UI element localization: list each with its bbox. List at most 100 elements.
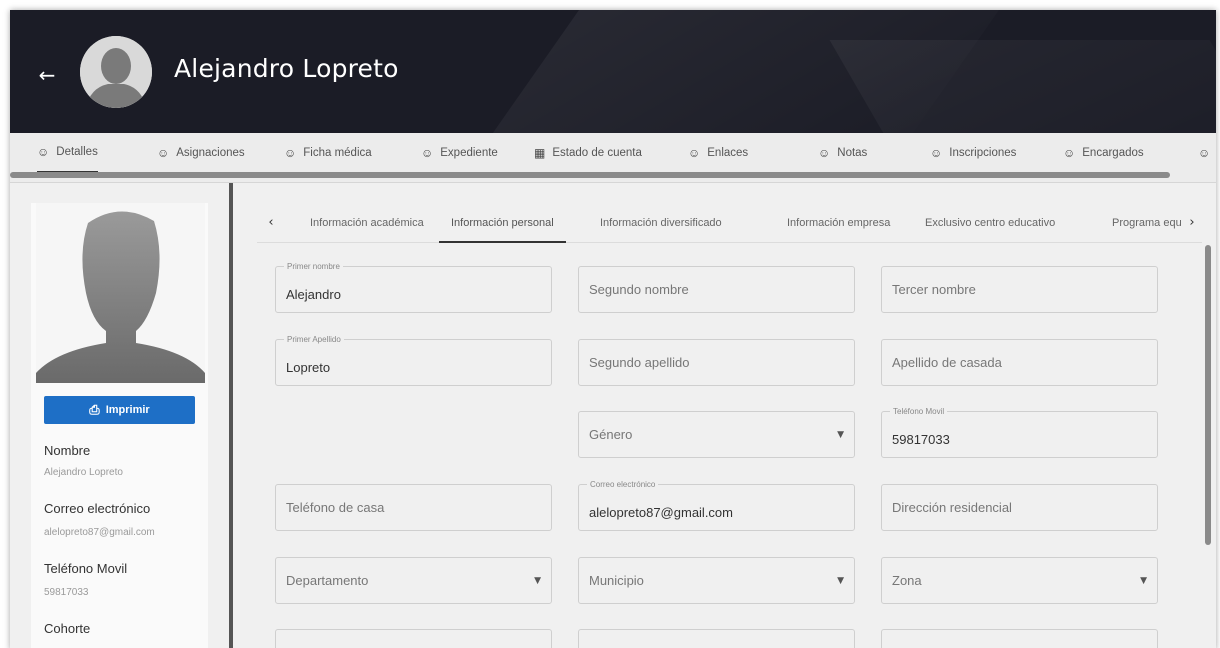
user-icon: ☺ xyxy=(1063,146,1076,160)
tab-label: Ficha médica xyxy=(303,147,372,159)
back-arrow-icon[interactable]: ← xyxy=(34,62,60,88)
field-placeholder: Género xyxy=(589,427,633,442)
profile-photo xyxy=(36,203,205,383)
sub-tab-bar: ‹ Información académica Información pers… xyxy=(257,203,1202,243)
user-icon: ☺ xyxy=(1198,146,1211,160)
dropdown-arrow-icon: ▼ xyxy=(837,430,844,440)
info-value-telefono: 59817033 xyxy=(44,587,89,598)
field-placeholder: Tercer nombre xyxy=(892,282,976,297)
subtab-diversificado[interactable]: Información diversificado xyxy=(600,203,722,243)
user-icon: ☺ xyxy=(818,146,831,160)
tab-ficha-medica[interactable]: ☺ Ficha médica xyxy=(284,133,372,173)
user-icon: ☺ xyxy=(157,146,170,160)
subtab-personal[interactable]: Información personal xyxy=(439,203,566,243)
tab-enlaces[interactable]: ☺ Enlaces xyxy=(688,133,748,173)
field-placeholder: Teléfono de casa xyxy=(286,500,385,515)
subtab-academica[interactable]: Información académica xyxy=(310,203,424,243)
tab-label: Expediente xyxy=(440,147,498,159)
segundo-apellido-field[interactable]: Segundo apellido xyxy=(578,339,855,386)
print-label: Imprimir xyxy=(105,404,150,416)
info-label-correo: Correo electrónico xyxy=(44,501,151,516)
field-placeholder: Segundo nombre xyxy=(589,282,689,297)
avatar-silhouette-icon xyxy=(36,203,205,383)
field-placeholder: Departamento xyxy=(286,573,369,588)
form-field-partial[interactable] xyxy=(275,629,552,648)
user-icon: ☺ xyxy=(930,146,943,160)
field-label: Teléfono Movil xyxy=(890,407,948,416)
field-placeholder: Municipio xyxy=(589,573,644,588)
field-placeholder: Apellido de casada xyxy=(892,355,1002,370)
tab-label: Detalles xyxy=(56,146,98,158)
dropdown-arrow-icon: ▼ xyxy=(837,576,844,586)
tab-expediente[interactable]: ☺ Expediente xyxy=(421,133,498,173)
subtab-programa-equivalencia[interactable]: Programa equivalencia xyxy=(1112,203,1182,243)
field-value: 59817033 xyxy=(892,432,950,447)
tab-estado-de-cuenta[interactable]: ▦ Estado de cuenta xyxy=(534,133,642,173)
field-placeholder: Dirección residencial xyxy=(892,500,1012,515)
segundo-nombre-field[interactable]: Segundo nombre xyxy=(578,266,855,313)
dropdown-arrow-icon: ▼ xyxy=(534,576,541,586)
sub-tab-viewport: Información académica Información person… xyxy=(287,203,1182,243)
tab-label: Enlaces xyxy=(707,147,749,159)
app-frame: ← Alejandro Lopreto ☺ Detalles ☺ Asignac… xyxy=(10,10,1216,648)
tab-inscripciones[interactable]: ☺ Inscripciones xyxy=(930,133,1016,173)
subtab-empresa[interactable]: Información empresa xyxy=(787,203,890,243)
avatar xyxy=(80,36,152,108)
tab-label: Estado de cuenta xyxy=(552,147,642,159)
avatar-silhouette-icon xyxy=(80,36,152,108)
user-icon: ☺ xyxy=(688,146,701,160)
info-label-cohorte: Cohorte xyxy=(44,621,91,636)
field-placeholder: Segundo apellido xyxy=(589,355,690,370)
field-value: Alejandro xyxy=(286,287,341,302)
departamento-select[interactable]: Departamento ▼ xyxy=(275,557,552,604)
primer-apellido-field[interactable]: Primer Apellido Lopreto xyxy=(275,335,552,386)
correo-field[interactable]: Correo electrónico alelopreto87@gmail.co… xyxy=(578,480,855,531)
tab-asignaciones[interactable]: ☺ Asignaciones xyxy=(157,133,245,173)
apellido-casada-field[interactable]: Apellido de casada xyxy=(881,339,1158,386)
profile-header: ← Alejandro Lopreto xyxy=(10,10,1216,133)
user-icon: ☺ xyxy=(284,146,297,160)
tab-label: Asignaciones xyxy=(176,147,245,159)
tab-bar-scrollbar[interactable] xyxy=(10,172,1170,178)
field-value: Lopreto xyxy=(286,360,331,375)
field-placeholder: Zona xyxy=(892,573,922,588)
user-icon: ☺ xyxy=(37,145,50,159)
tab-label: Encargados xyxy=(1082,147,1144,159)
field-value: alelopreto87@gmail.com xyxy=(589,505,733,520)
field-label: Primer Apellido xyxy=(284,335,344,344)
form-field-partial[interactable] xyxy=(578,629,855,648)
telefono-casa-field[interactable]: Teléfono de casa xyxy=(275,484,552,531)
tab-label: Inscripciones xyxy=(949,147,1017,159)
tab-overflow[interactable]: ☺ xyxy=(1198,133,1216,173)
tab-label: Notas xyxy=(837,147,868,159)
form-field-partial[interactable] xyxy=(881,629,1158,648)
info-value-correo: alelopreto87@gmail.com xyxy=(44,527,155,538)
field-label: Correo electrónico xyxy=(587,480,659,489)
tab-encargados[interactable]: ☺ Encargados xyxy=(1063,133,1144,173)
tercer-nombre-field[interactable]: Tercer nombre xyxy=(881,266,1158,313)
chevron-left-icon[interactable]: ‹ xyxy=(263,213,279,233)
tab-detalles[interactable]: ☺ Detalles xyxy=(37,133,98,173)
zona-select[interactable]: Zona ▼ xyxy=(881,557,1158,604)
form-scrollbar[interactable] xyxy=(1205,245,1211,545)
telefono-movil-field[interactable]: Teléfono Movil 59817033 xyxy=(881,407,1158,458)
municipio-select[interactable]: Municipio ▼ xyxy=(578,557,855,604)
header-decoration xyxy=(829,40,1216,133)
chevron-right-icon[interactable]: › xyxy=(1184,213,1200,233)
info-label-telefono: Teléfono Movil xyxy=(44,561,128,576)
genero-select[interactable]: Género ▼ xyxy=(578,411,855,458)
print-button[interactable]: ⎙ Imprimir xyxy=(44,396,195,424)
tab-notas[interactable]: ☺ Notas xyxy=(818,133,867,173)
profile-card: ⎙ Imprimir Nombre Alejandro Lopreto Corr… xyxy=(31,203,208,648)
info-value-nombre: Alejandro Lopreto xyxy=(44,467,123,478)
primer-nombre-field[interactable]: Primer nombre Alejandro xyxy=(275,262,552,313)
panel-divider[interactable] xyxy=(229,183,233,648)
dropdown-arrow-icon: ▼ xyxy=(1140,576,1147,586)
printer-icon: ⎙ xyxy=(89,402,100,417)
subtab-centro-educativo[interactable]: Exclusivo centro educativo xyxy=(925,203,1055,243)
page-title: Alejandro Lopreto xyxy=(174,54,399,83)
field-label: Primer nombre xyxy=(284,262,343,271)
direccion-field[interactable]: Dirección residencial xyxy=(881,484,1158,531)
info-label-nombre: Nombre xyxy=(44,443,91,458)
grid-icon: ▦ xyxy=(534,146,546,160)
